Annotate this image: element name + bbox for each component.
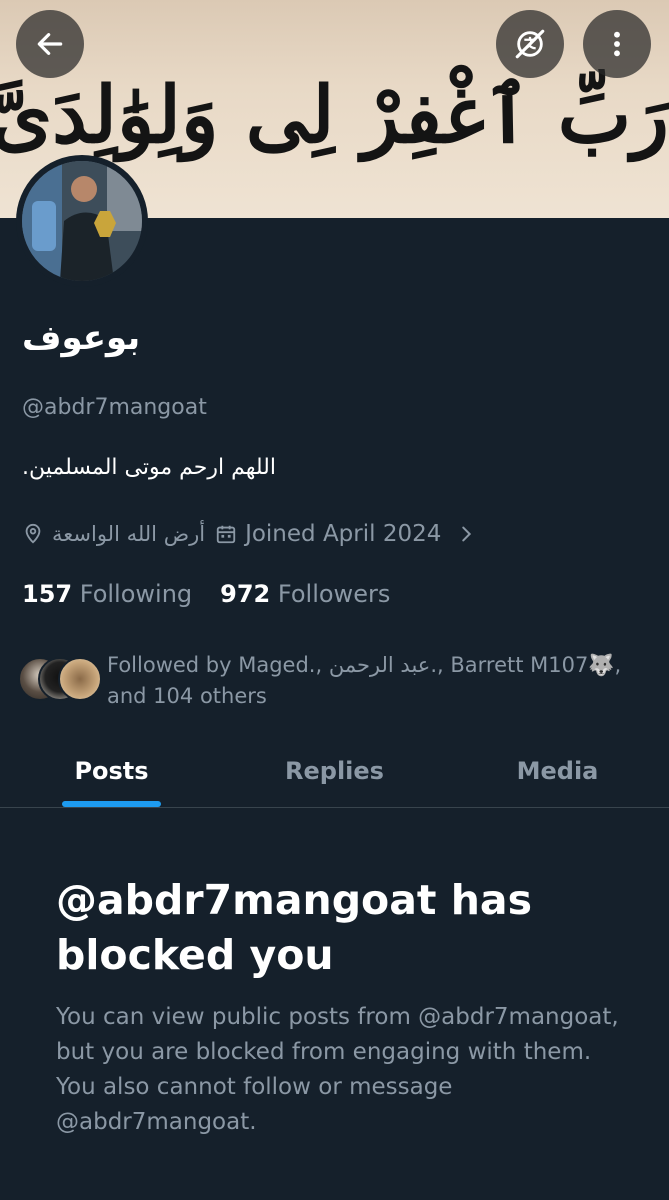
avatar-image [22,161,142,281]
calendar-icon [216,525,236,544]
profile-bio: اللهم ارحم موتى المسلمين. [22,455,276,480]
translate-toggle-button[interactable] [496,10,564,78]
more-vertical-icon [614,31,620,57]
tab-media[interactable]: Media [446,735,669,807]
joined-item[interactable]: Joined April 2024 [215,521,477,547]
tab-replies[interactable]: Replies [223,735,446,807]
blocked-title: @abdr7mangoat has blocked you [56,876,533,979]
tab-posts[interactable]: Posts [0,735,223,807]
no-translate-icon [515,29,545,59]
chevron-right-icon [462,526,472,542]
profile-tabs: Posts Replies Media [0,735,669,808]
follower-avatar [58,657,102,701]
joined-text: Joined April 2024 [245,521,442,547]
following-label: Following [79,580,193,608]
followers-count: 972 [220,580,271,608]
display-name: بوعوف [22,318,141,358]
banner-calligraphy: رَبِّ ٱغْفِرْ لِى وَلِوَٰلِدَىَّ [0,69,669,161]
active-tab-indicator [62,801,161,807]
location-item: أرض الله الواسعة [22,522,205,546]
location-pin-icon [25,523,41,544]
location-text: أرض الله الواسعة [52,522,206,546]
following-count: 157 [22,580,73,608]
back-button[interactable] [16,10,84,78]
follow-stats: 157 Following 972 Followers [22,580,390,608]
blocked-description: You can view public posts from @abdr7man… [56,1004,619,1135]
followers-label: Followers [277,580,391,608]
followers-link[interactable]: 972 Followers [220,580,390,608]
more-options-button[interactable] [583,10,651,78]
arrow-left-icon [37,33,63,55]
profile-meta-row: أرض الله الواسعة Joined April 2024 [22,514,477,554]
following-link[interactable]: 157 Following [22,580,192,608]
followed-by-avatars[interactable] [18,657,102,703]
followed-by-text[interactable]: Followed by Maged., عبد الرحمن., Barrett… [107,650,652,712]
profile-handle: @abdr7mangoat [22,395,207,420]
profile-avatar[interactable] [16,155,148,287]
